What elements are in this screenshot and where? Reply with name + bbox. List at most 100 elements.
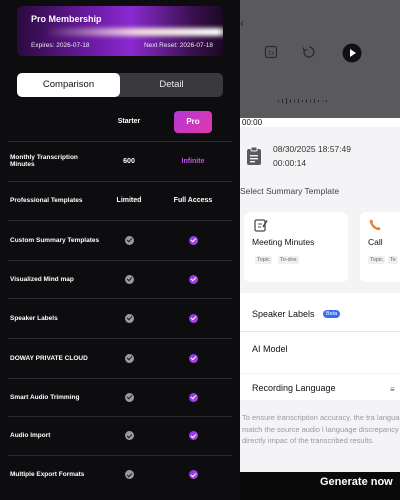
template-tag: Topic	[255, 256, 272, 264]
options-panel: Speaker Labels Beta AI Model	[240, 293, 400, 373]
starter-value-cell	[104, 454, 154, 494]
table-row: Visualized Mind map	[8, 259, 232, 298]
check-icon	[124, 392, 134, 402]
summary-sheet: 08/30/2025 18:57:49 00:00:14 Select Summ…	[240, 128, 400, 500]
language-note: To ensure transcription accuracy, the tr…	[242, 413, 400, 445]
starter-value-cell	[104, 415, 154, 455]
membership-comparison-pane: Pro Membership Expires: 2026-07-18 Next …	[0, 0, 240, 500]
speed-icon[interactable]: 1x	[264, 45, 278, 59]
edit-icon	[254, 219, 268, 232]
template-tag: Te	[388, 256, 398, 264]
template-card-meeting-minutes[interactable]: Meeting Minutes Topic To-dos	[244, 212, 348, 282]
check-icon	[188, 431, 198, 440]
plan-pro-cell: Pro	[154, 103, 232, 141]
feature-name: Custom Summary Templates	[8, 219, 104, 260]
document-icon	[247, 146, 261, 165]
recording-language-row[interactable]: Recording Language	[240, 374, 400, 400]
pro-value-cell	[154, 259, 232, 298]
template-name: Call	[368, 237, 383, 247]
check-icon	[188, 470, 198, 480]
plan-starter-label: Starter	[117, 118, 141, 126]
template-tag: To-dos	[278, 256, 299, 264]
check-icon	[124, 353, 134, 363]
check-icon	[124, 274, 134, 284]
card-glow	[45, 28, 223, 36]
plan-tabs: Comparison Detail	[17, 73, 223, 97]
membership-next-reset: Next Reset: 2026-07-18	[143, 42, 213, 49]
feature-name: Audio Import	[8, 415, 104, 455]
check-icon	[124, 431, 134, 440]
pro-value-cell	[154, 377, 232, 416]
check-icon	[188, 274, 198, 284]
table-row: Audio Import	[8, 415, 232, 455]
feature-name: Speaker Labels	[8, 297, 104, 338]
recording-date: 08/30/2025 18:57:49	[273, 144, 351, 154]
tab-comparison[interactable]: Comparison	[17, 73, 120, 97]
pro-value-cell	[154, 454, 232, 494]
pro-value-cell	[154, 415, 232, 455]
starter-value-cell: 600	[104, 140, 154, 181]
pro-value-cell	[154, 337, 232, 378]
play-icon[interactable]	[342, 43, 362, 63]
starter-value-cell	[104, 259, 154, 298]
check-icon	[188, 353, 198, 363]
starter-value-cell	[104, 337, 154, 378]
check-icon	[188, 392, 198, 402]
phone-icon	[369, 219, 381, 231]
check-icon	[124, 470, 134, 480]
table-row: Monthly Transcription Minutes 600 Infinite	[8, 140, 232, 181]
check-icon	[188, 235, 198, 245]
table-row: Custom Summary Templates	[8, 219, 232, 260]
check-icon	[124, 235, 134, 245]
recording-language-option: Recording Language	[252, 383, 336, 393]
check-icon	[124, 313, 134, 323]
tab-detail[interactable]: Detail	[120, 73, 223, 97]
ai-model-option[interactable]: AI Model	[252, 344, 288, 354]
svg-text:1x: 1x	[268, 51, 274, 57]
check-icon	[188, 313, 198, 323]
table-row: Multiple Export Formats	[8, 454, 232, 494]
table-row: Speaker Labels	[8, 297, 232, 338]
feature-name: Smart Audio Trimming	[8, 377, 104, 416]
divider	[240, 331, 400, 332]
waveform	[278, 98, 327, 104]
more-icon[interactable]: ≡	[390, 385, 395, 394]
table-row: Professional Templates Limited Full Access	[8, 180, 232, 220]
feature-name: Visualized Mind map	[8, 259, 104, 298]
pro-value-cell: Infinite	[154, 140, 232, 181]
template-tag: Topic	[368, 256, 385, 264]
table-row: DOWAY PRIVATE CLOUD	[8, 337, 232, 378]
pro-value: Infinite	[181, 157, 205, 165]
feature-name: Professional Templates	[8, 180, 104, 220]
plan-pro-badge[interactable]: Pro	[174, 110, 212, 133]
starter-value-cell	[104, 297, 154, 338]
feature-name: Monthly Transcription Minutes	[8, 140, 104, 181]
summary-settings-pane: ‹ 1x 00:00 08/30/2025 18:57:49 00:00:14 …	[240, 0, 400, 500]
pro-value: Full Access	[173, 197, 213, 204]
plan-comparison-table: Starter Pro Monthly Transcription Minute…	[8, 103, 232, 494]
rewind-icon[interactable]	[302, 45, 316, 59]
table-header-row: Starter Pro	[8, 103, 232, 141]
starter-value-cell	[104, 219, 154, 260]
feature-name: DOWAY PRIVATE CLOUD	[8, 337, 104, 378]
template-name: Meeting Minutes	[252, 237, 315, 247]
table-row: Smart Audio Trimming	[8, 377, 232, 416]
back-icon[interactable]: ‹	[240, 17, 250, 29]
generate-now-button[interactable]: Generate now	[320, 476, 393, 488]
starter-value: Limited	[116, 197, 142, 204]
starter-value: 600	[123, 157, 135, 165]
pro-value-cell: Full Access	[154, 180, 232, 220]
pro-value-cell	[154, 219, 232, 260]
playback-position: 00:00	[240, 118, 400, 127]
recording-duration: 00:00:14	[273, 158, 307, 168]
starter-value-cell: Limited	[104, 180, 154, 220]
template-card-call[interactable]: Call Topic Te	[360, 212, 400, 282]
pro-value-cell	[154, 297, 232, 338]
feature-name: Multiple Export Formats	[8, 454, 104, 494]
membership-card: Pro Membership Expires: 2026-07-18 Next …	[17, 6, 223, 56]
speaker-labels-option[interactable]: Speaker Labels	[252, 309, 315, 319]
audio-player: ‹ 1x	[240, 0, 400, 118]
starter-value-cell	[104, 377, 154, 416]
membership-title: Pro Membership	[31, 14, 102, 24]
beta-badge: Beta	[323, 310, 341, 318]
